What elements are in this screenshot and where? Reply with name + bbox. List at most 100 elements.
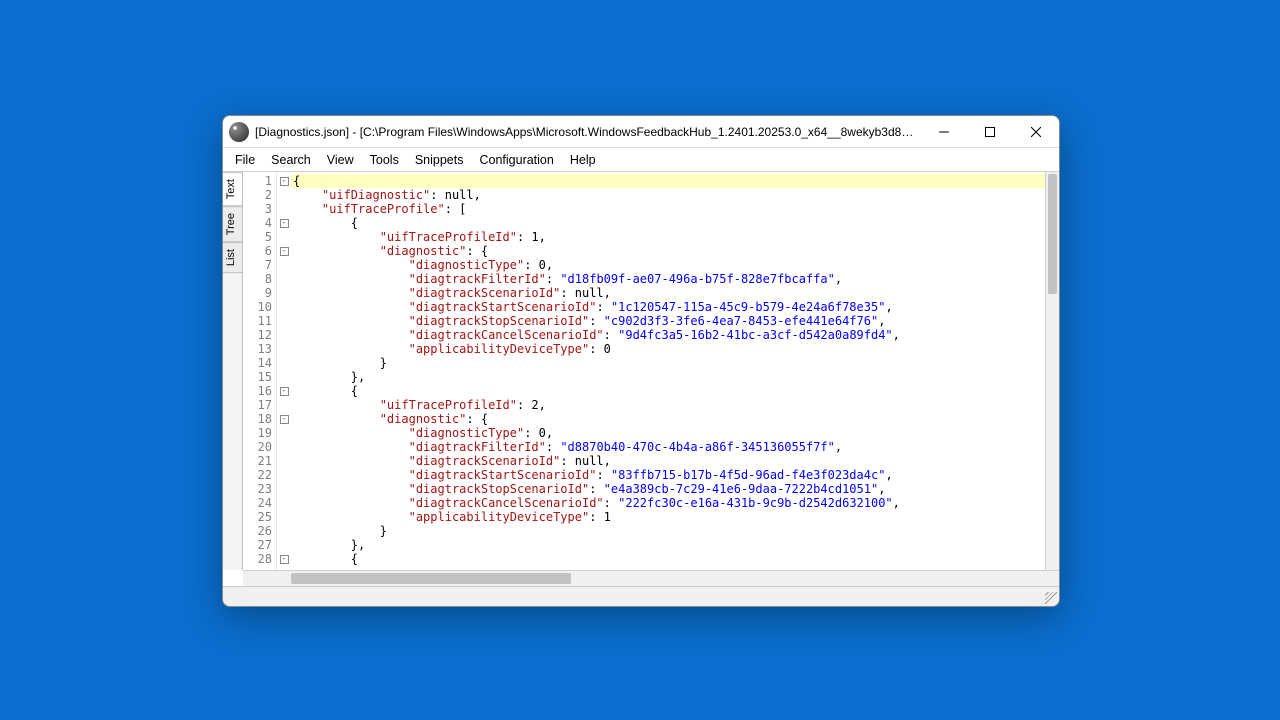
line-number: 8	[243, 272, 276, 286]
menu-configuration[interactable]: Configuration	[471, 150, 561, 170]
code-line[interactable]: {	[291, 174, 1045, 188]
code-line[interactable]: },	[291, 538, 1045, 552]
line-number: 18	[243, 412, 276, 426]
code-line[interactable]: "uifDiagnostic": null,	[291, 188, 1045, 202]
fold-marker[interactable]: -	[277, 384, 291, 398]
vertical-scrollbar[interactable]	[1045, 172, 1059, 570]
line-number: 4	[243, 216, 276, 230]
code-line[interactable]: {	[291, 384, 1045, 398]
menu-file[interactable]: File	[227, 150, 263, 170]
fold-marker	[277, 454, 291, 468]
fold-marker[interactable]: -	[277, 216, 291, 230]
resize-grip-icon[interactable]	[1045, 592, 1057, 604]
code-line[interactable]: "diagtrackStartScenarioId": "83ffb715-b1…	[291, 468, 1045, 482]
side-tab-text[interactable]: Text	[223, 172, 242, 206]
horizontal-scrollbar-thumb[interactable]	[291, 573, 571, 584]
line-number: 11	[243, 314, 276, 328]
fold-marker	[277, 370, 291, 384]
fold-marker	[277, 342, 291, 356]
side-tab-tree[interactable]: Tree	[223, 206, 242, 242]
code-view[interactable]: { "uifDiagnostic": null, "uifTraceProfil…	[291, 172, 1045, 570]
code-line[interactable]: "uifTraceProfileId": 2,	[291, 398, 1045, 412]
code-line[interactable]: "diagtrackStartScenarioId": "1c120547-11…	[291, 300, 1045, 314]
app-icon	[229, 122, 249, 142]
line-number: 5	[243, 230, 276, 244]
vertical-scrollbar-thumb[interactable]	[1048, 174, 1057, 294]
line-number: 25	[243, 510, 276, 524]
code-line[interactable]: {	[291, 216, 1045, 230]
editor-area: Text Tree List 1234567891011121314151617…	[223, 172, 1059, 570]
fold-marker	[277, 538, 291, 552]
line-number: 3	[243, 202, 276, 216]
fold-minus-icon: -	[280, 247, 289, 256]
code-line[interactable]: "diagtrackScenarioId": null,	[291, 286, 1045, 300]
menu-tools[interactable]: Tools	[362, 150, 407, 170]
menu-view[interactable]: View	[319, 150, 362, 170]
code-line[interactable]: "applicabilityDeviceType": 1	[291, 510, 1045, 524]
code-line[interactable]: "diagtrackCancelScenarioId": "222fc30c-e…	[291, 496, 1045, 510]
close-button[interactable]	[1013, 116, 1059, 148]
line-number: 24	[243, 496, 276, 510]
maximize-button[interactable]	[967, 116, 1013, 148]
titlebar[interactable]: [Diagnostics.json] - [C:\Program Files\W…	[223, 116, 1059, 148]
line-number: 6	[243, 244, 276, 258]
code-line[interactable]: }	[291, 524, 1045, 538]
menubar: File Search View Tools Snippets Configur…	[223, 148, 1059, 172]
code-line[interactable]: "uifTraceProfile": [	[291, 202, 1045, 216]
horizontal-scrollbar[interactable]	[243, 570, 1059, 586]
fold-marker	[277, 440, 291, 454]
menu-search[interactable]: Search	[263, 150, 319, 170]
code-line[interactable]: },	[291, 370, 1045, 384]
app-window: [Diagnostics.json] - [C:\Program Files\W…	[222, 115, 1060, 607]
code-line[interactable]: {	[291, 552, 1045, 566]
fold-marker[interactable]: -	[277, 244, 291, 258]
fold-marker	[277, 286, 291, 300]
fold-marker	[277, 328, 291, 342]
code-line[interactable]: }	[291, 356, 1045, 370]
line-number: 22	[243, 468, 276, 482]
window-title: [Diagnostics.json] - [C:\Program Files\W…	[255, 125, 921, 139]
line-number: 1	[243, 174, 276, 188]
line-number: 14	[243, 356, 276, 370]
fold-marker	[277, 510, 291, 524]
code-line[interactable]: "applicabilityDeviceType": 0	[291, 342, 1045, 356]
code-line[interactable]: "diagtrackFilterId": "d18fb09f-ae07-496a…	[291, 272, 1045, 286]
fold-marker	[277, 188, 291, 202]
minimize-button[interactable]	[921, 116, 967, 148]
code-line[interactable]: "diagtrackFilterId": "d8870b40-470c-4b4a…	[291, 440, 1045, 454]
fold-marker[interactable]: -	[277, 174, 291, 188]
code-line[interactable]: "diagnosticType": 0,	[291, 258, 1045, 272]
line-number: 21	[243, 454, 276, 468]
line-number: 2	[243, 188, 276, 202]
menu-help[interactable]: Help	[562, 150, 604, 170]
code-line[interactable]: "diagnostic": {	[291, 412, 1045, 426]
fold-marker	[277, 230, 291, 244]
code-line[interactable]: "diagtrackStopScenarioId": "c902d3f3-3fe…	[291, 314, 1045, 328]
code-line[interactable]: "diagnosticType": 0,	[291, 426, 1045, 440]
fold-minus-icon: -	[280, 555, 289, 564]
line-number: 17	[243, 398, 276, 412]
statusbar	[223, 586, 1059, 606]
side-tab-list[interactable]: List	[223, 242, 242, 273]
code-line[interactable]: "diagnostic": {	[291, 244, 1045, 258]
line-number: 10	[243, 300, 276, 314]
fold-marker	[277, 314, 291, 328]
side-tabs: Text Tree List	[223, 172, 243, 570]
fold-minus-icon: -	[280, 219, 289, 228]
line-number: 15	[243, 370, 276, 384]
line-number: 7	[243, 258, 276, 272]
fold-minus-icon: -	[280, 387, 289, 396]
menu-snippets[interactable]: Snippets	[407, 150, 472, 170]
fold-marker	[277, 300, 291, 314]
fold-marker	[277, 426, 291, 440]
code-line[interactable]: "diagtrackScenarioId": null,	[291, 454, 1045, 468]
code-line[interactable]: "uifTraceProfileId": 1,	[291, 230, 1045, 244]
code-line[interactable]: "diagtrackStopScenarioId": "e4a389cb-7c2…	[291, 482, 1045, 496]
line-number-gutter: 1234567891011121314151617181920212223242…	[243, 172, 277, 570]
fold-minus-icon: -	[280, 177, 289, 186]
code-line[interactable]: "diagtrackCancelScenarioId": "9d4fc3a5-1…	[291, 328, 1045, 342]
line-number: 23	[243, 482, 276, 496]
fold-marker[interactable]: -	[277, 552, 291, 566]
fold-marker[interactable]: -	[277, 412, 291, 426]
fold-marker	[277, 258, 291, 272]
